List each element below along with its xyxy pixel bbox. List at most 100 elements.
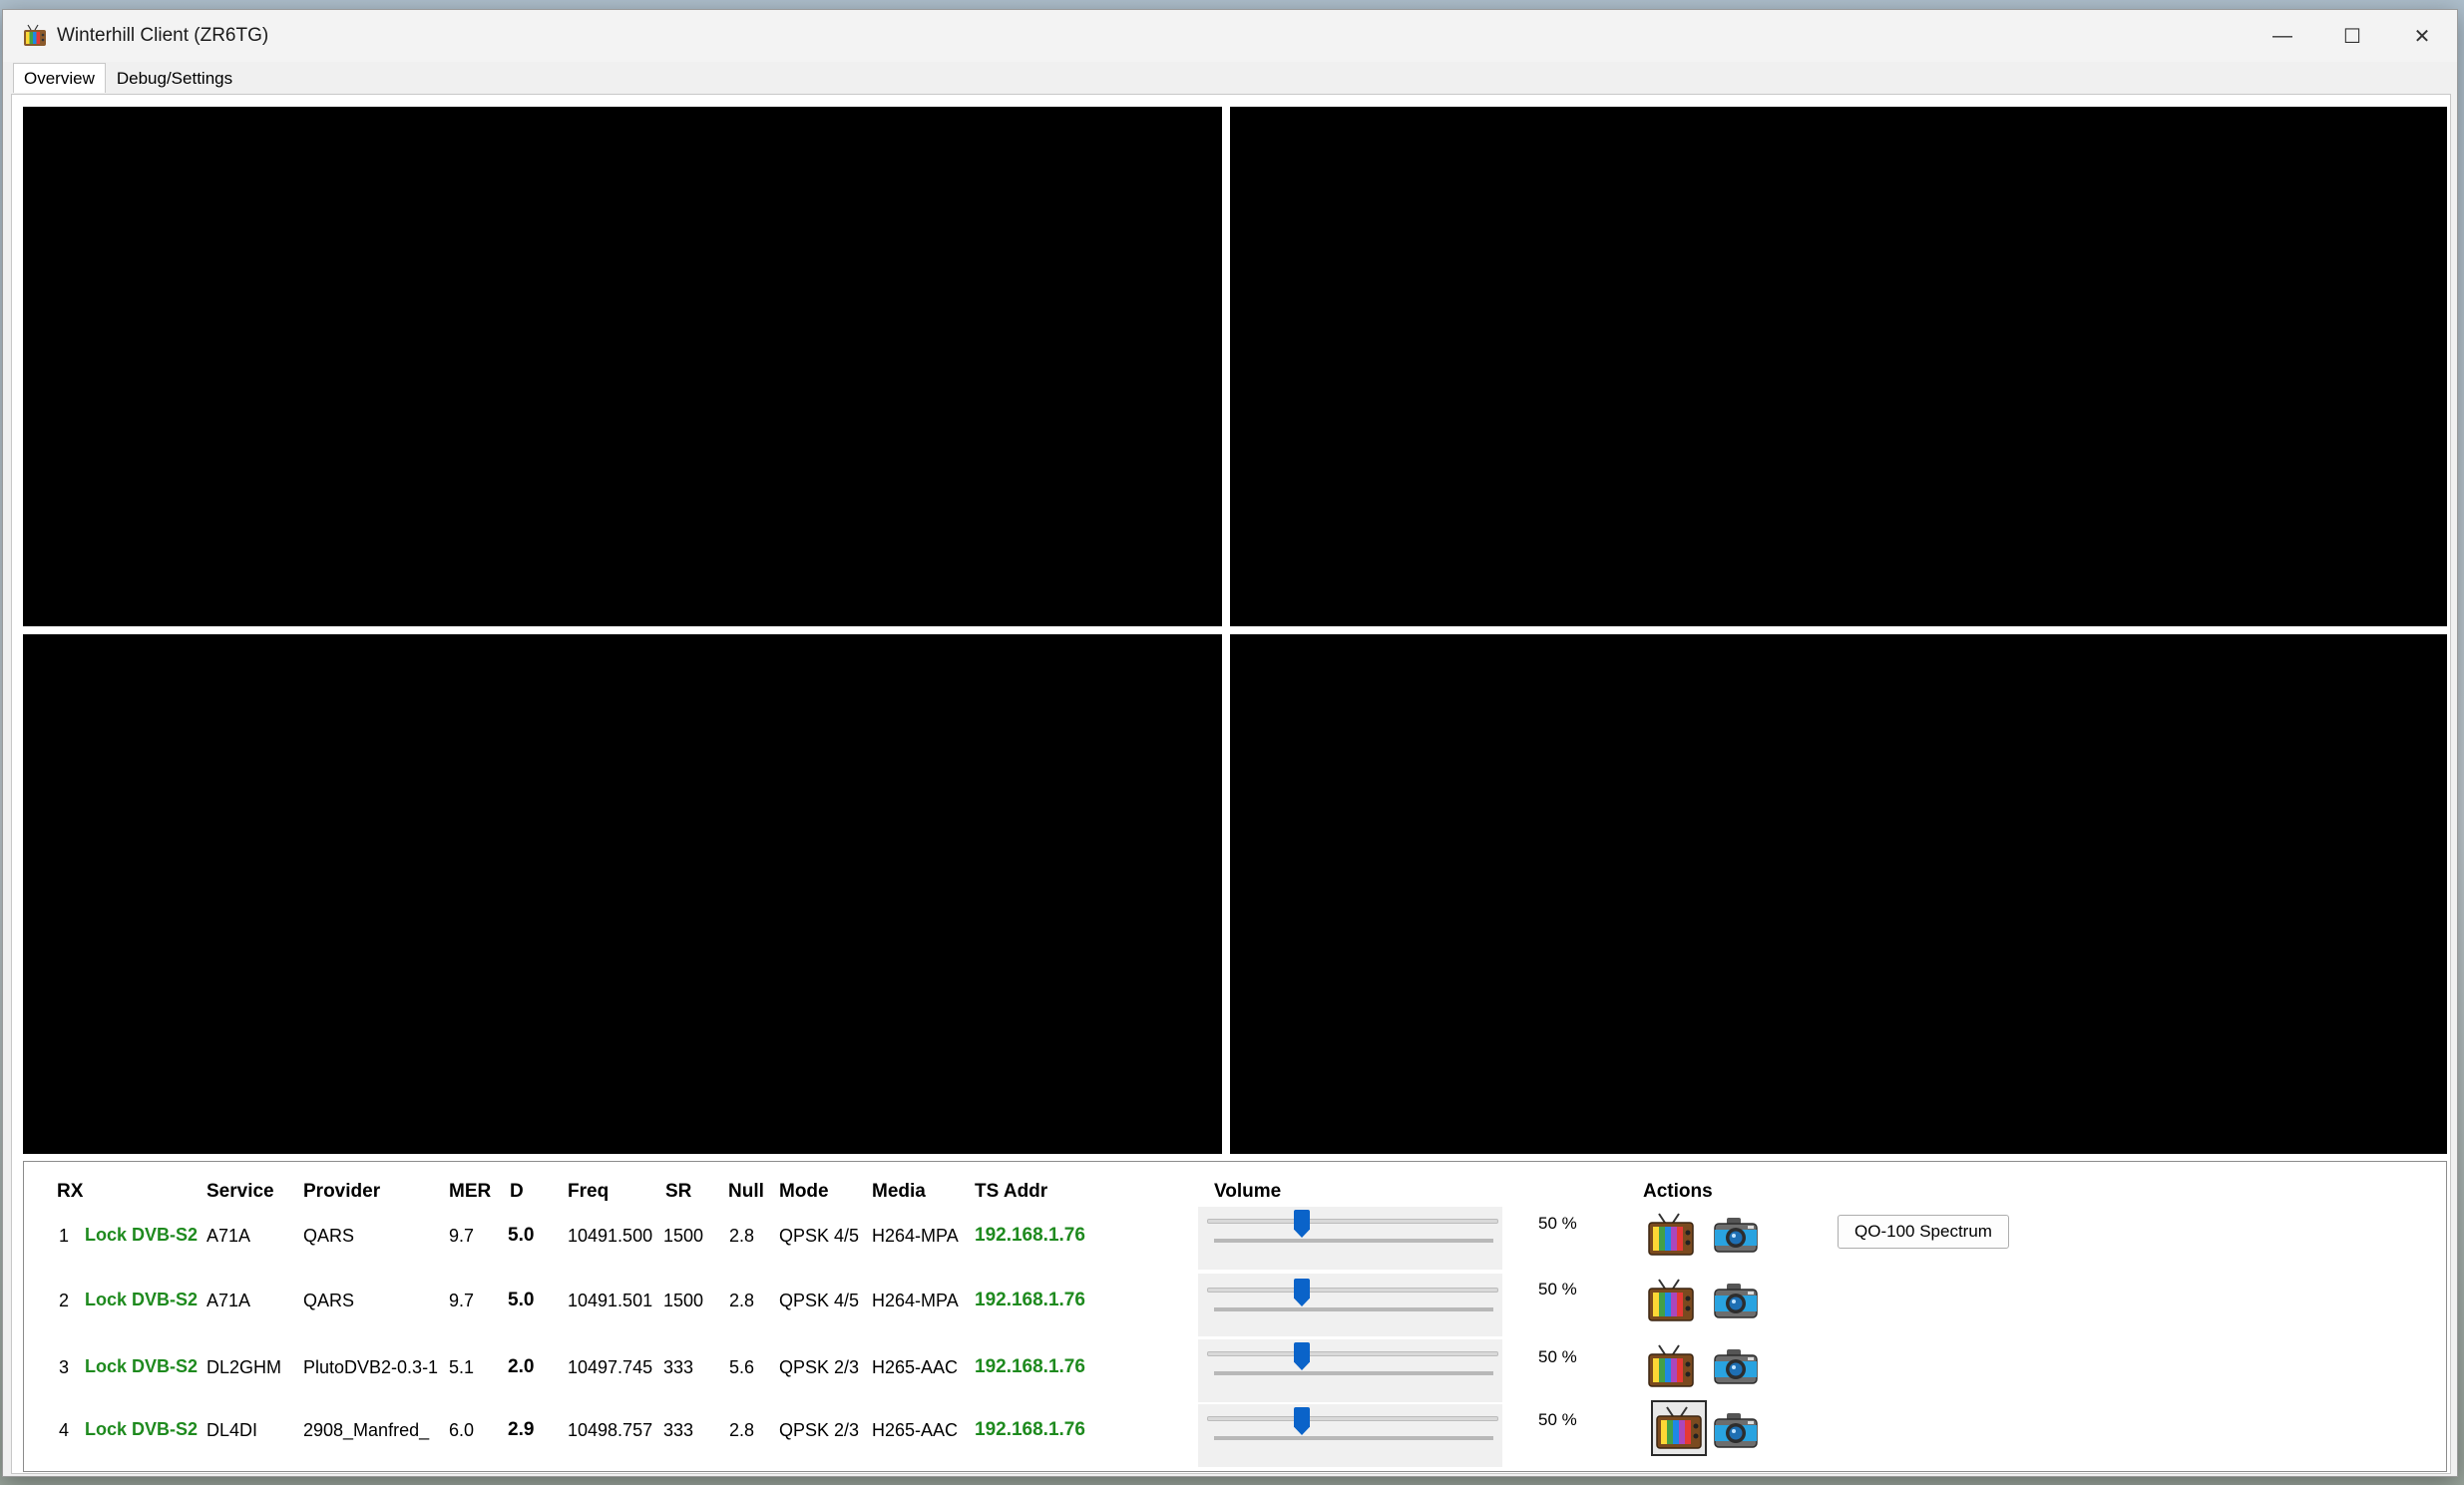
row1-mode: QPSK 4/5 <box>779 1226 860 1246</box>
tv-icon <box>1656 1406 1702 1449</box>
row4-mer: 6.0 <box>449 1420 475 1440</box>
row1-provider: QARS <box>303 1226 355 1246</box>
row3-provider: PlutoDVB2-0.3-1 <box>303 1357 439 1377</box>
row1-null: 2.8 <box>729 1226 755 1246</box>
overview-panel: RX Service Provider MER D Freq SR Null M… <box>11 94 2451 1474</box>
row3-d: 2.0 <box>508 1356 535 1377</box>
receiver-status-panel: RX Service Provider MER D Freq SR Null M… <box>23 1161 2447 1472</box>
row1-d: 5.0 <box>508 1225 535 1246</box>
volume-percent-rx4: 50 % <box>1538 1410 1577 1429</box>
tv-button-rx2[interactable] <box>1643 1273 1699 1328</box>
tab-debug-settings[interactable]: Debug/Settings <box>106 63 243 93</box>
camera-icon <box>1714 1218 1758 1253</box>
row1-status: Lock DVB-S2 <box>85 1225 199 1245</box>
row4-freq: 10498.757 <box>568 1420 653 1440</box>
video-panel-rx2[interactable] <box>1230 107 2447 626</box>
row4-rx: 4 <box>59 1420 70 1440</box>
row1-service: A71A <box>206 1226 251 1246</box>
row1-ts-addr: 192.168.1.76 <box>975 1225 1085 1246</box>
row4-status: Lock DVB-S2 <box>85 1419 199 1439</box>
row2-null: 2.8 <box>729 1291 755 1310</box>
header-media: Media <box>872 1181 926 1202</box>
row4-sr: 333 <box>663 1420 694 1440</box>
volume-slider-track <box>1207 1351 1498 1356</box>
maximize-button[interactable]: ☐ <box>2317 10 2387 62</box>
snapshot-button-rx1[interactable] <box>1708 1207 1764 1263</box>
row2-service: A71A <box>206 1291 251 1310</box>
volume-slider-track <box>1207 1416 1498 1421</box>
snapshot-button-rx4[interactable] <box>1708 1402 1764 1458</box>
row2-provider: QARS <box>303 1291 355 1310</box>
volume-slider-ticks <box>1214 1436 1493 1440</box>
header-ts-addr: TS Addr <box>975 1181 1048 1202</box>
row2-freq: 10491.501 <box>568 1291 653 1310</box>
row3-null: 5.6 <box>729 1357 755 1377</box>
tv-icon <box>1648 1279 1694 1321</box>
tv-icon <box>1648 1213 1694 1256</box>
tv-button-rx1[interactable] <box>1643 1207 1699 1263</box>
row2-rx: 2 <box>59 1291 70 1310</box>
minimize-button[interactable]: — <box>2248 10 2317 62</box>
camera-icon <box>1714 1349 1758 1384</box>
volume-slider-rx2[interactable] <box>1198 1274 1502 1336</box>
row2-sr: 1500 <box>663 1291 704 1310</box>
window-title: Winterhill Client (ZR6TG) <box>57 25 269 46</box>
row1-mer: 9.7 <box>449 1226 475 1246</box>
qo100-spectrum-button[interactable]: QO-100 Spectrum <box>1838 1215 2009 1249</box>
tab-strip: Overview Debug/Settings <box>13 61 243 93</box>
volume-percent-rx3: 50 % <box>1538 1347 1577 1366</box>
row3-status: Lock DVB-S2 <box>85 1356 199 1376</box>
video-panel-rx4[interactable] <box>1230 634 2447 1154</box>
row2-status: Lock DVB-S2 <box>85 1290 199 1309</box>
tab-overview[interactable]: Overview <box>13 63 106 93</box>
header-freq: Freq <box>568 1181 610 1202</box>
header-null: Null <box>728 1181 764 1202</box>
row4-media: H265-AAC <box>872 1420 959 1440</box>
camera-icon <box>1714 1413 1758 1448</box>
volume-slider-ticks <box>1214 1371 1493 1375</box>
volume-percent-rx2: 50 % <box>1538 1280 1577 1299</box>
tv-button-rx3[interactable] <box>1643 1338 1699 1394</box>
header-provider: Provider <box>303 1181 381 1202</box>
volume-slider-ticks <box>1214 1307 1493 1311</box>
row2-media: H264-MPA <box>872 1291 959 1310</box>
video-panel-rx1[interactable] <box>23 107 1222 626</box>
row4-null: 2.8 <box>729 1420 755 1440</box>
row1-media: H264-MPA <box>872 1226 959 1246</box>
tv-button-rx4[interactable] <box>1651 1400 1707 1456</box>
video-panel-rx3[interactable] <box>23 634 1222 1154</box>
row4-mode: QPSK 2/3 <box>779 1420 860 1440</box>
title-bar[interactable]: Winterhill Client (ZR6TG) — ☐ ✕ <box>3 10 2457 62</box>
header-sr: SR <box>665 1181 692 1202</box>
snapshot-button-rx2[interactable] <box>1708 1273 1764 1328</box>
tv-icon <box>1648 1344 1694 1387</box>
header-service: Service <box>206 1181 274 1202</box>
row3-sr: 333 <box>663 1357 694 1377</box>
volume-slider-ticks <box>1214 1239 1493 1243</box>
row4-d: 2.9 <box>508 1419 535 1440</box>
header-volume: Volume <box>1214 1181 1282 1202</box>
row3-mer: 5.1 <box>449 1357 475 1377</box>
row3-service: DL2GHM <box>206 1357 282 1377</box>
row3-ts-addr: 192.168.1.76 <box>975 1356 1085 1377</box>
volume-slider-track <box>1207 1219 1498 1224</box>
row3-media: H265-AAC <box>872 1357 959 1377</box>
header-mer: MER <box>449 1181 492 1202</box>
row4-provider: 2908_Manfred_ <box>303 1420 430 1440</box>
row2-mode: QPSK 4/5 <box>779 1291 860 1310</box>
snapshot-button-rx3[interactable] <box>1708 1338 1764 1394</box>
volume-slider-track <box>1207 1288 1498 1293</box>
close-button[interactable]: ✕ <box>2387 10 2457 62</box>
row4-service: DL4DI <box>206 1420 258 1440</box>
row2-d: 5.0 <box>508 1290 535 1310</box>
row4-ts-addr: 192.168.1.76 <box>975 1419 1085 1440</box>
row3-mode: QPSK 2/3 <box>779 1357 860 1377</box>
camera-icon <box>1714 1284 1758 1318</box>
header-rx: RX <box>57 1181 84 1202</box>
row3-freq: 10497.745 <box>568 1357 653 1377</box>
header-mode: Mode <box>779 1181 829 1202</box>
row2-mer: 9.7 <box>449 1291 475 1310</box>
row2-ts-addr: 192.168.1.76 <box>975 1290 1085 1310</box>
volume-percent-rx1: 50 % <box>1538 1214 1577 1233</box>
header-actions: Actions <box>1643 1181 1713 1202</box>
